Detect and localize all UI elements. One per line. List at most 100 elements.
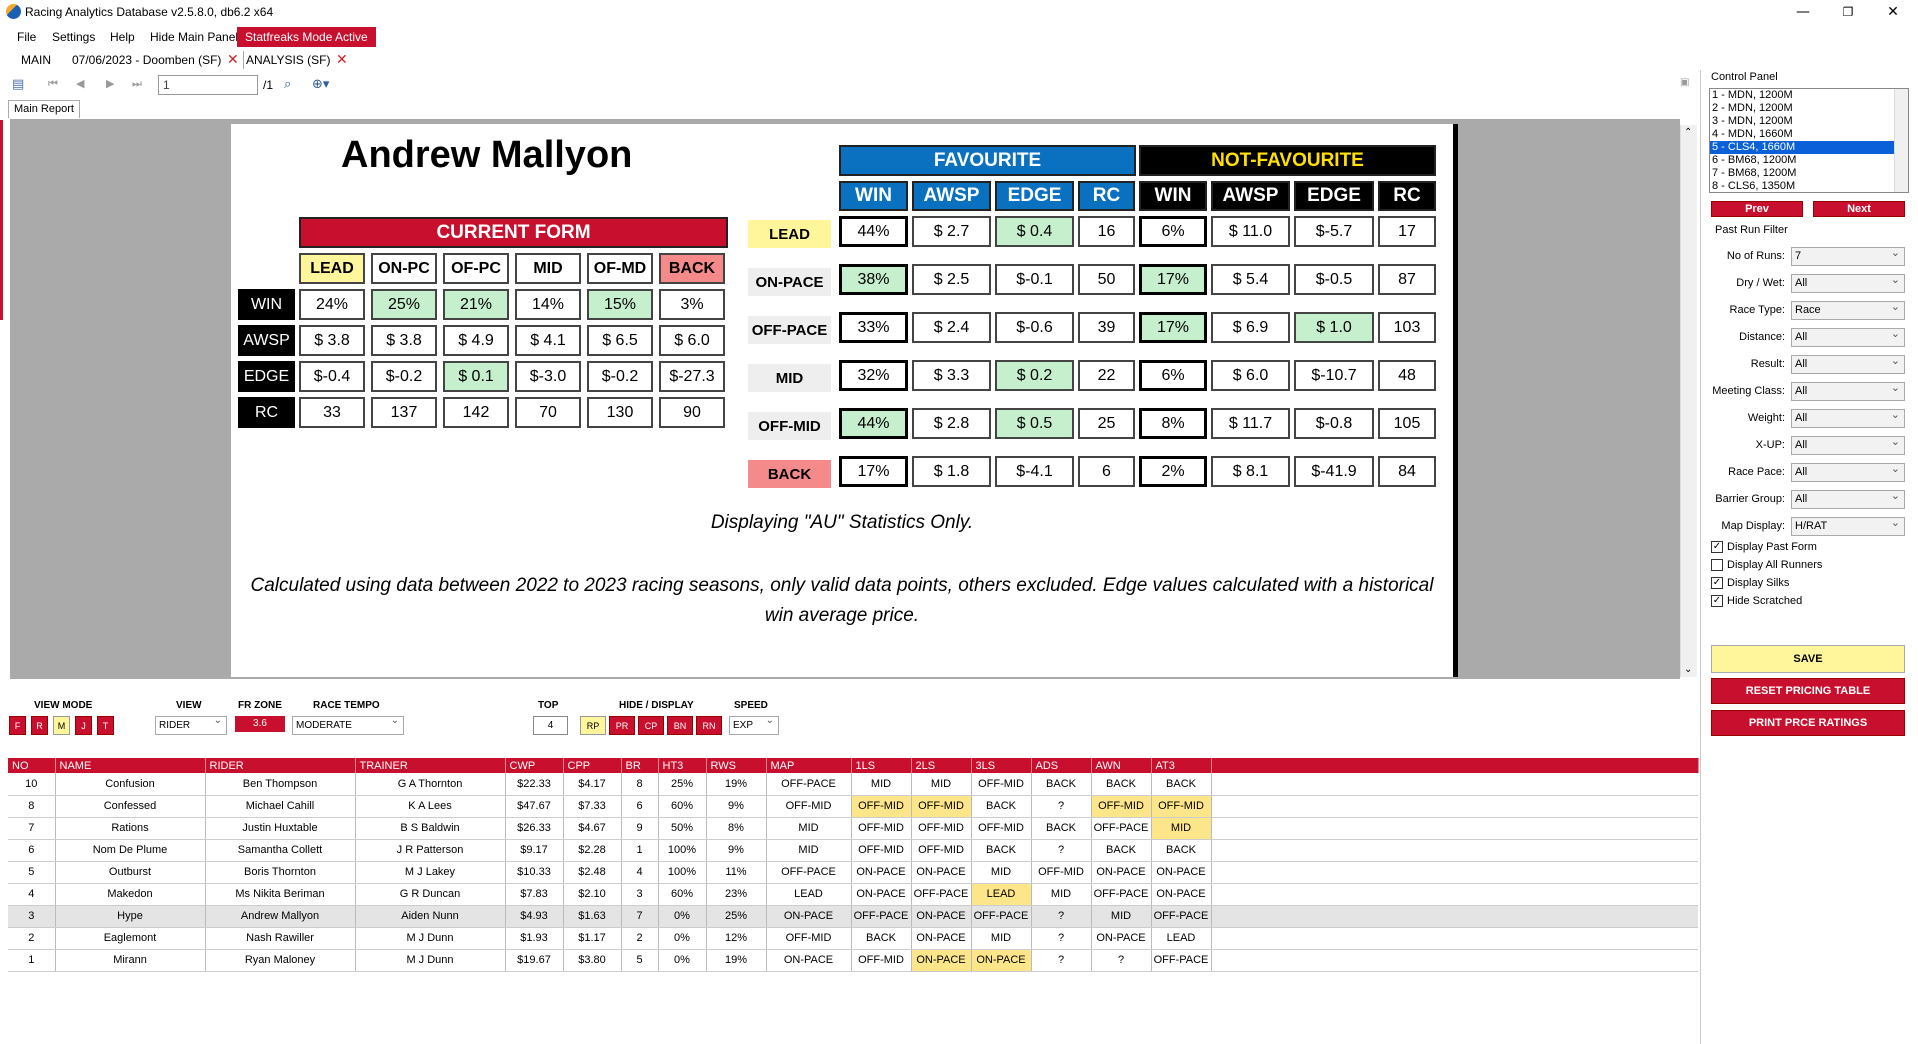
grid-col-header[interactable]: AT3 (1151, 758, 1212, 773)
table-row[interactable]: 4 Makedon Ms Nikita Beriman G R Duncan $7.83… (8, 883, 1698, 906)
checkbox[interactable]: ✓ (1711, 541, 1723, 553)
zoom-icon[interactable]: ⊕▾ (312, 77, 329, 92)
filter-select[interactable]: All (1791, 273, 1905, 293)
race-list-scrollbar[interactable] (1894, 89, 1908, 192)
grid-col-header[interactable]: MAP (766, 758, 852, 773)
filter-select[interactable]: All (1791, 435, 1905, 455)
filter-select[interactable]: Race (1791, 300, 1905, 320)
fr-zone-value[interactable]: 3.6 (235, 716, 285, 732)
grid-col-header[interactable]: 2LS (911, 758, 972, 773)
grid-col-header[interactable]: TRAINER (355, 758, 506, 773)
grid-col-header[interactable]: ADS (1031, 758, 1092, 773)
save-button[interactable]: SAVE (1711, 645, 1905, 673)
view-select[interactable]: RIDER (155, 715, 227, 735)
grid-col-header[interactable]: RIDER (205, 758, 356, 773)
table-row[interactable]: 1 Mirann Ryan Maloney M J Dunn $19.67 $3.80 5 0… (8, 949, 1698, 972)
filter-select[interactable]: All (1791, 462, 1905, 482)
race-list-item[interactable]: 7 - BM68, 1200M (1710, 167, 1908, 180)
checkbox[interactable]: ✓ (1711, 595, 1723, 607)
table-row[interactable]: 7 Rations Justin Huxtable B S Baldwin $26.33… (8, 817, 1698, 840)
speed-select[interactable]: EXP (729, 715, 779, 735)
checkbox[interactable]: ✓ (1711, 577, 1723, 589)
filter-select[interactable]: All (1791, 354, 1905, 374)
table-row[interactable]: 6 Nom De Plume Samantha Collett J R Patters… (8, 839, 1698, 862)
report-scrollbar[interactable]: ⌃ ⌄ (1680, 125, 1697, 677)
grid-col-header[interactable]: CWP (505, 758, 564, 773)
race-list-item[interactable]: 1 - MDN, 1200M (1710, 89, 1908, 102)
hide-display-button[interactable]: RN (696, 716, 722, 735)
page-number-input[interactable]: 1 (158, 75, 258, 95)
race-list-item[interactable]: 3 - MDN, 1200M (1710, 115, 1908, 128)
hide-display-button[interactable]: PR (609, 716, 635, 735)
table-row[interactable]: 8 Confessed Michael Cahill K A Lees $47.67 $7… (8, 795, 1698, 818)
export-icon[interactable]: ▤ (12, 77, 24, 92)
checkbox[interactable] (1711, 559, 1723, 571)
runners-grid: NO NAME RIDER TRAINER CWP CPP BR HT3 RWS MAP 1LS 2L… (8, 758, 1699, 972)
filter-select[interactable]: All (1791, 381, 1905, 401)
hide-display-button[interactable]: RP (580, 716, 606, 735)
table-row[interactable]: 10 Confusion Ben Thompson G A Thornton $22.3… (8, 773, 1698, 796)
grid-col-header[interactable]: 1LS (851, 758, 912, 773)
filter-select[interactable]: H/RAT (1791, 516, 1905, 536)
menu-settings[interactable]: Settings (48, 27, 99, 47)
top-input[interactable]: 4 (533, 716, 568, 735)
prev-page-icon[interactable]: ◀ (76, 77, 84, 90)
grid-col-header[interactable]: HT3 (658, 758, 707, 773)
race-list-item[interactable]: 5 - CLS4, 1660M (1710, 141, 1908, 154)
grid-col-header[interactable]: AWN (1091, 758, 1152, 773)
race-list-item[interactable]: 2 - MDN, 1200M (1710, 102, 1908, 115)
next-race-button[interactable]: Next (1813, 201, 1905, 217)
tab-main[interactable]: MAIN (21, 51, 51, 69)
current-form-cell: $-27.3 (659, 361, 725, 392)
close-tab-icon[interactable]: ✕ (336, 51, 348, 69)
close-button[interactable]: ✕ (1870, 0, 1916, 24)
grid-col-header[interactable]: NAME (55, 758, 206, 773)
tab-main-report[interactable]: Main Report (8, 100, 80, 118)
view-mode-button[interactable]: R (31, 716, 48, 735)
binoculars-icon[interactable]: ⌕ (284, 77, 291, 92)
scroll-down-icon[interactable]: ⌄ (1684, 664, 1692, 675)
prev-race-button[interactable]: Prev (1711, 201, 1803, 217)
next-page-icon[interactable]: ▶ (106, 77, 114, 90)
filter-select[interactable]: All (1791, 489, 1905, 509)
tab-doomben[interactable]: 07/06/2023 - Doomben (SF) (72, 51, 221, 69)
race-list-item[interactable]: 6 - BM68, 1200M (1710, 154, 1908, 167)
first-page-icon[interactable]: ⏮ (48, 77, 58, 91)
menu-help[interactable]: Help (106, 27, 139, 47)
table-row[interactable]: 3 Hype Andrew Mallyon Aiden Nunn $4.93 $1.63 7… (8, 905, 1698, 928)
grid-cell: MID (1091, 905, 1152, 928)
grid-col-header[interactable]: RWS (706, 758, 767, 773)
reset-pricing-button[interactable]: RESET PRICING TABLE (1711, 678, 1905, 704)
last-page-icon[interactable]: ⏭ (132, 77, 142, 91)
grid-cell: 60% (658, 795, 707, 818)
view-mode-button[interactable]: F (9, 716, 26, 735)
close-tab-icon[interactable]: ✕ (227, 51, 239, 69)
menu-hide-main-panel[interactable]: Hide Main Panel (146, 27, 242, 47)
grid-col-header[interactable]: NO (8, 758, 56, 773)
view-mode-button[interactable]: T (97, 716, 114, 735)
print-ratings-button[interactable]: PRINT PRCE RATINGS (1711, 710, 1905, 736)
menu-statfreaks-mode[interactable]: Statfreaks Mode Active (237, 27, 376, 47)
grid-col-header[interactable]: BR (621, 758, 659, 773)
filter-select[interactable]: All (1791, 327, 1905, 347)
race-tempo-select[interactable]: MODERATE (292, 715, 404, 735)
menu-file[interactable]: File (13, 27, 40, 47)
table-row[interactable]: 5 Outburst Boris Thornton M J Lakey $10.33 $2… (8, 861, 1698, 884)
view-mode-button[interactable]: M (53, 716, 70, 735)
filter-select[interactable]: All (1791, 408, 1905, 428)
restore-button[interactable]: ❐ (1825, 0, 1871, 24)
hide-display-button[interactable]: BN (667, 716, 693, 735)
tab-analysis[interactable]: ANALYSIS (SF) (243, 51, 330, 69)
panel-toggle-icon[interactable]: ▣ (1680, 77, 1689, 88)
filter-select[interactable]: 7 (1791, 246, 1905, 266)
view-mode-button[interactable]: J (75, 716, 92, 735)
grid-col-header[interactable]: 3LS (971, 758, 1032, 773)
race-list[interactable]: 1 - MDN, 1200M 2 - MDN, 1200M 3 - MDN, 120… (1709, 88, 1909, 193)
race-list-item[interactable]: 4 - MDN, 1660M (1710, 128, 1908, 141)
hide-display-button[interactable]: CP (638, 716, 664, 735)
scroll-up-icon[interactable]: ⌃ (1684, 127, 1692, 138)
race-list-item[interactable]: 8 - CLS6, 1350M (1710, 180, 1908, 192)
table-row[interactable]: 2 Eaglemont Nash Rawiller M J Dunn $1.93 $1.1… (8, 927, 1698, 950)
grid-col-header[interactable]: CPP (563, 758, 622, 773)
minimize-button[interactable]: — (1780, 0, 1826, 24)
